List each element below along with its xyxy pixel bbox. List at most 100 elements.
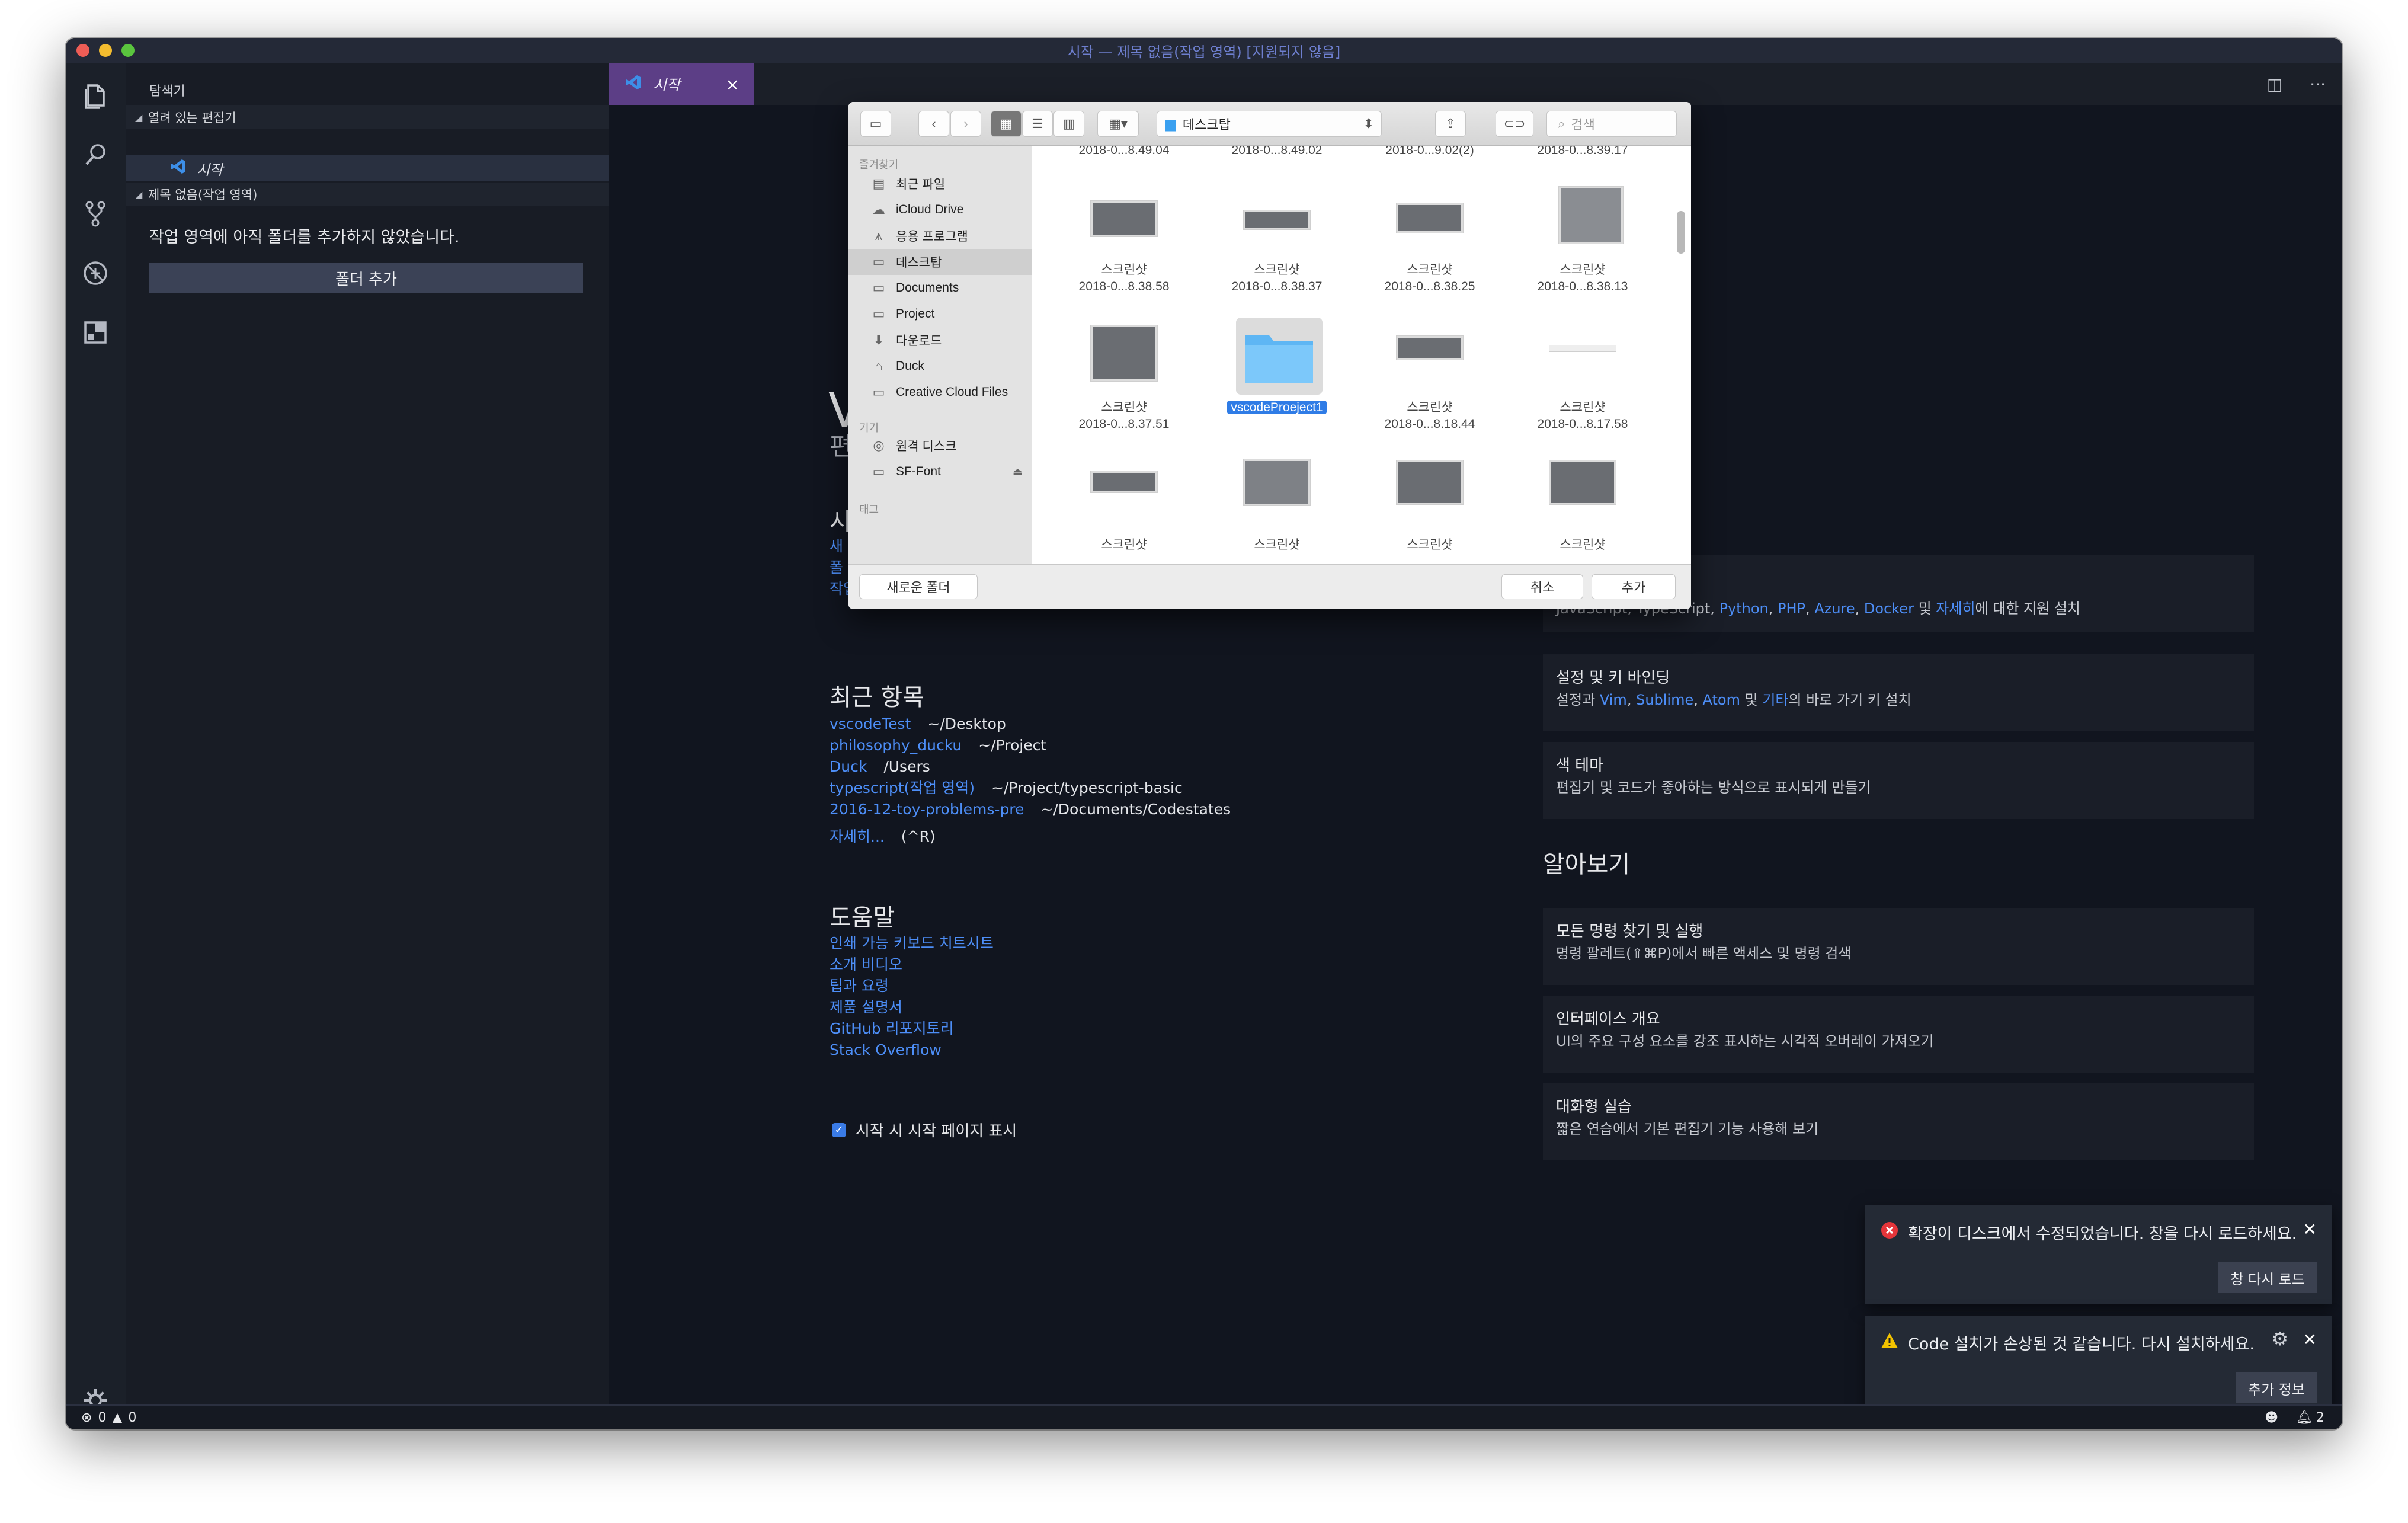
sidebar-item-applications[interactable]: ⩚ 응용 프로그램 xyxy=(848,223,1032,249)
search-field[interactable]: ⌕ 검색 xyxy=(1546,111,1677,137)
sidebar-item-icloud[interactable]: ☁ iCloud Drive xyxy=(848,197,1032,223)
tab-close-icon[interactable]: × xyxy=(726,75,739,94)
help-link[interactable]: 인쇄 가능 키보드 치트시트 xyxy=(830,933,994,954)
more-link[interactable]: 자세히 xyxy=(1936,600,1975,617)
recent-link[interactable]: Duck xyxy=(830,756,867,778)
file-item[interactable]: 스크린샷 2018-0...8.38.13 xyxy=(1506,262,1659,295)
sidebar-item-creative-cloud[interactable]: ▭ Creative Cloud Files xyxy=(848,379,1032,405)
open-editors-section[interactable]: ◢ 열려 있는 편집기 xyxy=(126,105,609,129)
split-editor-icon[interactable]: ◫ xyxy=(2267,75,2282,94)
help-link[interactable]: Stack Overflow xyxy=(830,1039,994,1061)
screenshot-thumbnail[interactable] xyxy=(1243,210,1311,230)
help-link[interactable]: 제품 설명서 xyxy=(830,997,994,1018)
file-item[interactable]: 스크린샷 2018-0...8.38.37 xyxy=(1200,262,1353,295)
zoom-window-button[interactable] xyxy=(121,44,135,57)
atom-link[interactable]: Atom xyxy=(1703,692,1740,708)
sidebar-item-home[interactable]: ⌂ Duck xyxy=(848,353,1032,379)
show-on-startup-checkbox[interactable]: ✓ xyxy=(832,1122,846,1137)
customize-card-theme[interactable]: 색 테마 편집기 및 코드가 좋아하는 방식으로 표시되게 만들기 xyxy=(1543,742,2254,819)
recent-more-link[interactable]: 자세히... xyxy=(830,826,885,847)
source-control-icon[interactable] xyxy=(79,198,111,230)
sidebar-item-remote-disc[interactable]: ◎ 원격 디스크 xyxy=(848,433,1032,459)
help-link[interactable]: 팁과 요령 xyxy=(830,975,994,997)
recent-link[interactable]: typescript(작업 영역) xyxy=(830,778,975,799)
sidebar-item-desktop[interactable]: ▭ 데스크탑 xyxy=(848,249,1032,275)
file-item[interactable]: 스크린샷 xyxy=(1200,537,1353,553)
learn-card-commands[interactable]: 모든 명령 찾기 및 실행 명령 팔레트(⇧⌘P)에서 빠른 액세스 및 명령 … xyxy=(1543,908,2254,985)
open-editor-item[interactable]: 시작 xyxy=(126,155,609,181)
sidebar-item-downloads[interactable]: ⬇ 다운로드 xyxy=(848,327,1032,353)
close-icon[interactable]: ✕ xyxy=(2303,1220,2317,1239)
files-icon[interactable] xyxy=(79,79,111,111)
screenshot-thumbnail[interactable] xyxy=(1090,200,1158,237)
more-info-button[interactable]: 추가 정보 xyxy=(2236,1372,2317,1403)
php-link[interactable]: PHP xyxy=(1778,600,1805,617)
recent-link[interactable]: vscodeTest xyxy=(830,713,911,735)
recent-link[interactable]: philosophy_ducku xyxy=(830,735,962,756)
help-link[interactable]: GitHub 리포지토리 xyxy=(830,1018,994,1039)
screenshot-thumbnail[interactable] xyxy=(1090,471,1158,493)
feedback-smiley-icon[interactable]: ☻ xyxy=(2265,1410,2278,1425)
cancel-button[interactable]: 취소 xyxy=(1501,574,1583,599)
more-actions-icon[interactable]: ··· xyxy=(2310,75,2326,94)
share-icon[interactable]: ⇪ xyxy=(1435,111,1466,137)
workspace-section[interactable]: ◢ 제목 없음(작업 영역) xyxy=(126,183,609,206)
notifications-indicator[interactable]: 🔔︎ 2 xyxy=(2296,1410,2324,1425)
screenshot-thumbnail[interactable] xyxy=(1090,325,1158,382)
folder-icon[interactable] xyxy=(1243,327,1315,385)
vim-link[interactable]: Vim xyxy=(1600,692,1627,708)
search-icon[interactable] xyxy=(79,139,111,171)
sidebar-toggle-icon[interactable]: ▭ xyxy=(860,111,891,137)
location-select[interactable]: ▆ 데스크탑 ⬍ xyxy=(1157,111,1382,137)
tag-icon[interactable]: ⊂⊃ xyxy=(1496,111,1533,137)
file-item[interactable]: 스크린샷 2018-0...8.38.58 xyxy=(1048,262,1200,295)
problems-indicator[interactable]: ⊗ 0 ▲ 0 xyxy=(81,1410,136,1425)
learn-card-playground[interactable]: 대화형 실습 짧은 연습에서 기본 편집기 기능 사용해 보기 xyxy=(1543,1083,2254,1160)
screenshot-thumbnail[interactable] xyxy=(1396,460,1464,505)
file-item[interactable]: 스크린샷 2018-0...8.37.51 xyxy=(1048,399,1200,433)
recent-link[interactable]: 2016-12-toy-problems-pre xyxy=(830,799,1024,820)
screenshot-thumbnail[interactable] xyxy=(1558,186,1624,244)
list-view-icon[interactable]: ☰ xyxy=(1022,111,1053,137)
add-button[interactable]: 추가 xyxy=(1592,574,1676,599)
icon-view-icon[interactable]: ▦ xyxy=(991,111,1022,137)
file-item[interactable]: 스크린샷 2018-0...8.18.44 xyxy=(1353,399,1506,433)
close-icon[interactable]: ✕ xyxy=(2303,1330,2317,1349)
other-link[interactable]: 기타 xyxy=(1762,692,1788,708)
show-on-startup-row[interactable]: ✓ 시작 시 시작 페이지 표시 xyxy=(832,1119,1017,1141)
sidebar-item-project[interactable]: ▭ Project xyxy=(848,301,1032,327)
python-link[interactable]: Python xyxy=(1719,600,1769,617)
screenshot-thumbnail[interactable] xyxy=(1549,460,1616,505)
customize-card-keybindings[interactable]: 설정 및 키 바인딩 설정과 Vim, Sublime, Atom 및 기타의 … xyxy=(1543,654,2254,731)
docker-link[interactable]: Docker xyxy=(1864,600,1914,617)
learn-card-interface[interactable]: 인터페이스 개요 UI의 주요 구성 요소를 강조 표시하는 시각적 오버레이 … xyxy=(1543,996,2254,1073)
folder-item[interactable]: vscodeProeject1 xyxy=(1200,399,1353,416)
sidebar-item-sf-font[interactable]: ▭ SF-Font ⏏ xyxy=(848,459,1032,485)
reload-window-button[interactable]: 창 다시 로드 xyxy=(2218,1262,2317,1293)
eject-icon[interactable]: ⏏ xyxy=(1013,466,1023,478)
back-icon[interactable]: ‹ xyxy=(918,111,949,137)
gear-icon[interactable]: ⚙ xyxy=(2271,1327,2288,1350)
azure-link[interactable]: Azure xyxy=(1814,600,1855,617)
file-item[interactable]: 스크린샷 2018-0...8.38.25 xyxy=(1353,262,1506,295)
minimize-window-button[interactable] xyxy=(99,44,112,57)
sublime-link[interactable]: Sublime xyxy=(1636,692,1693,708)
file-item[interactable]: 스크린샷 xyxy=(1048,537,1200,553)
screenshot-thumbnail[interactable] xyxy=(1396,203,1464,233)
sidebar-item-documents[interactable]: ▭ Documents xyxy=(848,275,1032,301)
scrollbar-thumb[interactable] xyxy=(1677,211,1685,254)
screenshot-thumbnail[interactable] xyxy=(1396,335,1464,360)
forward-icon[interactable]: › xyxy=(950,111,981,137)
file-item[interactable]: 스크린샷 2018-0...8.17.58 xyxy=(1506,399,1659,433)
file-item[interactable]: 스크린샷 xyxy=(1506,537,1659,553)
sidebar-item-recents[interactable]: ▤ 최근 파일 xyxy=(848,171,1032,197)
group-menu-icon[interactable]: ▦▾ xyxy=(1097,111,1139,137)
new-folder-button[interactable]: 새로운 폴더 xyxy=(859,574,978,599)
extensions-icon[interactable] xyxy=(79,316,111,348)
screenshot-thumbnail[interactable] xyxy=(1549,345,1616,352)
debug-icon[interactable] xyxy=(79,257,111,289)
add-folder-button[interactable]: 폴더 추가 xyxy=(149,263,583,293)
help-link[interactable]: 소개 비디오 xyxy=(830,954,994,975)
tab-welcome[interactable]: 시작 × xyxy=(609,63,754,105)
close-window-button[interactable] xyxy=(76,44,89,57)
